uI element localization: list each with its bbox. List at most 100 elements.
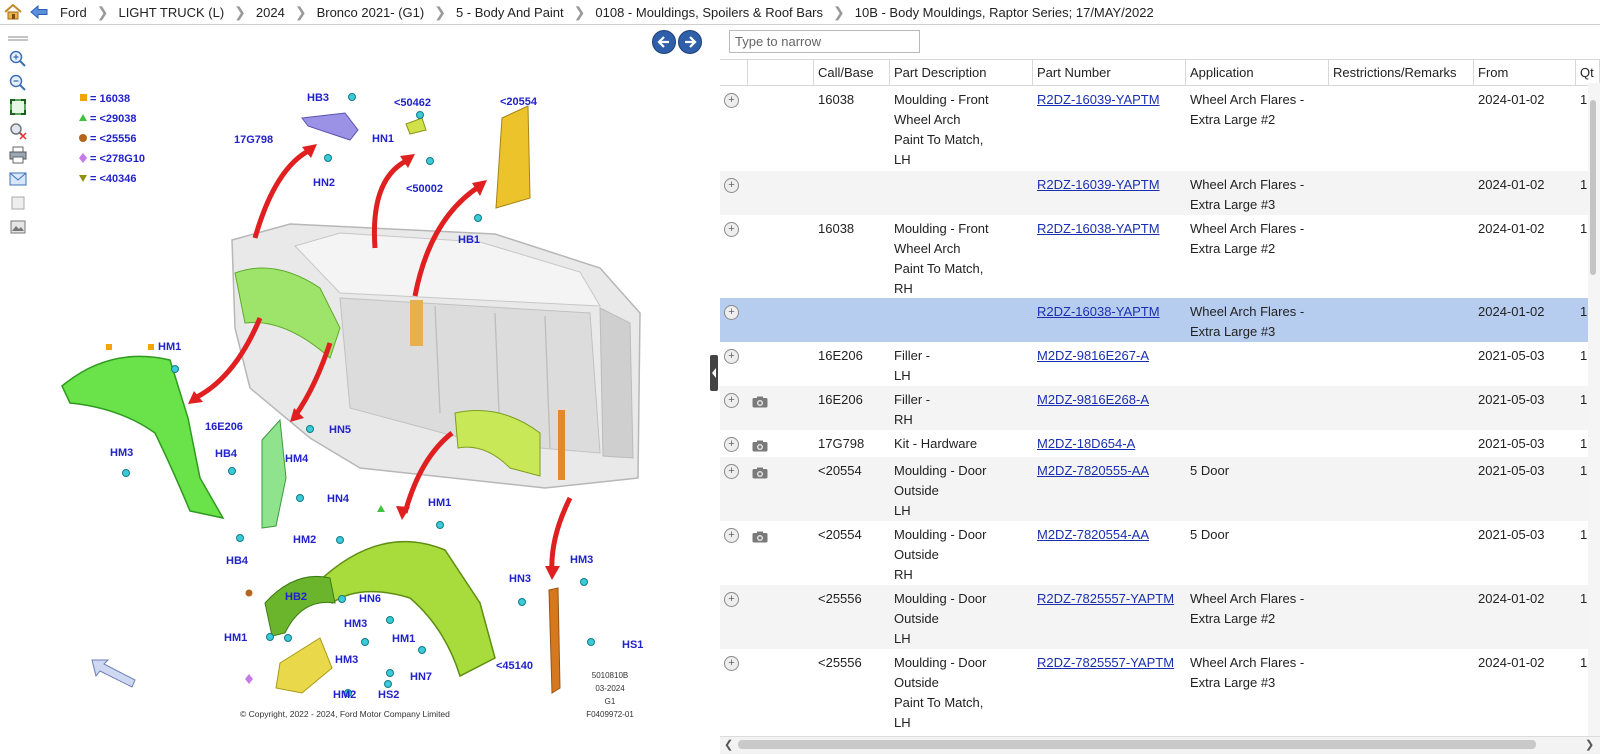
camera-icon[interactable] [752,440,768,452]
camera-icon[interactable] [752,396,768,408]
part-number-link[interactable]: R2DZ-16039-YAPTM [1037,92,1160,107]
home-button[interactable] [0,0,26,25]
table-row[interactable]: + <20554 Moulding - Door Outside LH M2DZ-78… [720,457,1600,521]
home-icon [4,4,22,20]
cell-expand[interactable]: + [720,585,748,649]
column-header-part-number[interactable]: Part Number [1033,60,1186,85]
column-header-application[interactable]: Application [1186,60,1329,85]
column-header-part-description[interactable]: Part Description [890,60,1033,85]
column-header-from[interactable]: From [1474,60,1576,85]
part-number-link[interactable]: R2DZ-16038-YAPTM [1037,304,1160,319]
narrow-search-input[interactable] [729,30,920,53]
callout-hm3: HM3 [344,618,367,630]
expand-row-icon[interactable]: + [724,393,739,408]
column-header-restrictions[interactable]: Restrictions/Remarks [1329,60,1474,85]
breadcrumb-label: 0108 - Mouldings, Spoilers & Roof Bars [595,4,824,20]
back-button[interactable] [26,0,52,25]
breadcrumb-item-year[interactable]: 2024 [256,5,285,20]
table-row[interactable]: +16038 Moulding - Front Wheel Arch Paint … [720,215,1600,298]
part-number-link[interactable]: M2DZ-9816E268-A [1037,392,1149,407]
expand-row-icon[interactable]: + [724,349,739,364]
copy-button[interactable] [7,192,29,214]
cell-expand[interactable]: + [720,342,748,386]
table-row[interactable]: +17G798 Kit - Hardware M2DZ-18D654-A 2021-0… [720,430,1600,457]
breadcrumb-item-section[interactable]: 10B - Body Mouldings, Raptor Series; 17/… [855,5,1154,20]
table-row[interactable]: +16E206 Filler - LH M2DZ-9816E267-A 2021-05… [720,342,1600,386]
breadcrumb-item-model[interactable]: Bronco 2021- (G1) [317,5,425,20]
roof-spoiler-trim [301,112,359,141]
scroll-right-icon[interactable]: ❯ [1585,738,1594,751]
cell-expand[interactable]: + [720,386,748,430]
email-button[interactable] [7,168,29,190]
column-header-call-base[interactable]: Call/Base [814,60,890,85]
part-number-link[interactable]: M2DZ-9816E267-A [1037,348,1149,363]
cell-expand[interactable]: + [720,457,748,521]
cell-camera[interactable] [748,430,814,457]
horizontal-scrollbar-thumb[interactable] [738,740,1536,749]
cell-call-base [814,298,890,342]
table-row[interactable]: +16E206 Filler - RH M2DZ-9816E268-A 2021-05… [720,386,1600,430]
zoom-in-button[interactable] [7,48,29,70]
cell-camera[interactable] [748,521,814,585]
expand-row-icon[interactable]: + [724,656,739,671]
table-row[interactable]: + R2DZ-16038-YAPTM Wheel Arch Flares - Ext… [720,298,1600,342]
fit-to-screen-button[interactable] [7,96,29,118]
cell-restrictions [1329,521,1474,585]
breadcrumb-item-subgroup[interactable]: 0108 - Mouldings, Spoilers & Roof Bars [595,5,823,20]
part-number-link[interactable]: R2DZ-7825557-YAPTM [1037,655,1174,670]
table-row[interactable]: + R2DZ-16039-YAPTM Wheel Arch Flares - Ext… [720,171,1600,215]
table-row[interactable]: + <20554 Moulding - Door Outside RH M2DZ-78… [720,521,1600,585]
cell-expand[interactable]: + [720,430,748,457]
vertical-moulding [495,105,531,209]
print-button[interactable] [7,144,29,166]
part-number-link[interactable]: M2DZ-7820554-AA [1037,527,1149,542]
expand-row-icon[interactable]: + [724,305,739,320]
table-row[interactable]: + <25556 Moulding - Door Outside LH R2DZ-78… [720,585,1600,649]
previous-diagram-button[interactable] [652,30,676,54]
cell-restrictions [1329,171,1474,215]
expand-row-icon[interactable]: + [724,464,739,479]
fastener-triangle-icon [377,505,385,512]
column-header-camera[interactable] [748,60,814,85]
cell-expand[interactable]: + [720,215,748,298]
expand-row-icon[interactable]: + [724,528,739,543]
expand-row-icon[interactable]: + [724,178,739,193]
part-number-link[interactable]: R2DZ-16039-YAPTM [1037,177,1160,192]
cell-expand[interactable]: + [720,521,748,585]
cell-expand[interactable]: + [720,298,748,342]
expand-row-icon[interactable]: + [724,437,739,452]
callout-hs2: HS2 [378,689,399,701]
legend-triangle-icon [79,114,87,121]
cell-camera[interactable] [748,386,814,430]
clear-zoom-button[interactable] [7,120,29,142]
breadcrumb-item-make[interactable]: Ford [60,5,87,20]
cell-camera[interactable] [748,457,814,521]
column-header-expand[interactable] [720,60,748,85]
next-diagram-button[interactable] [678,30,702,54]
table-row[interactable]: +16038 Moulding - Front Wheel Arch Paint … [720,86,1600,171]
part-number-link[interactable]: R2DZ-7825557-YAPTM [1037,591,1174,606]
cell-expand[interactable]: + [720,86,748,171]
vertical-scrollbar-thumb[interactable] [1590,100,1596,275]
part-number-link[interactable]: M2DZ-18D654-A [1037,436,1135,451]
zoom-out-button[interactable] [7,72,29,94]
expand-row-icon[interactable]: + [724,592,739,607]
camera-icon[interactable] [752,531,768,543]
scroll-left-icon[interactable]: ❮ [724,738,733,751]
part-number-link[interactable]: M2DZ-7820555-AA [1037,463,1149,478]
cell-expand[interactable]: + [720,649,748,734]
column-header-quantity[interactable]: Qt [1576,60,1600,85]
cell-expand[interactable]: + [720,171,748,215]
cell-call-base: <25556 [818,591,862,606]
expand-row-icon[interactable]: + [724,93,739,108]
part-number-link[interactable]: R2DZ-16038-YAPTM [1037,221,1160,236]
image-button[interactable] [7,216,29,238]
expand-row-icon[interactable]: + [724,222,739,237]
grip-icon[interactable] [7,35,29,43]
table-row[interactable]: + <25556 Moulding - Door Outside Paint To … [720,649,1600,734]
legend-item: = <40346 [90,173,137,185]
camera-icon[interactable] [752,467,768,479]
collapse-pane-handle[interactable] [710,355,718,391]
breadcrumb-item-group[interactable]: 5 - Body And Paint [456,5,564,20]
breadcrumb-item-vehicle-type[interactable]: LIGHT TRUCK (L) [118,5,224,20]
